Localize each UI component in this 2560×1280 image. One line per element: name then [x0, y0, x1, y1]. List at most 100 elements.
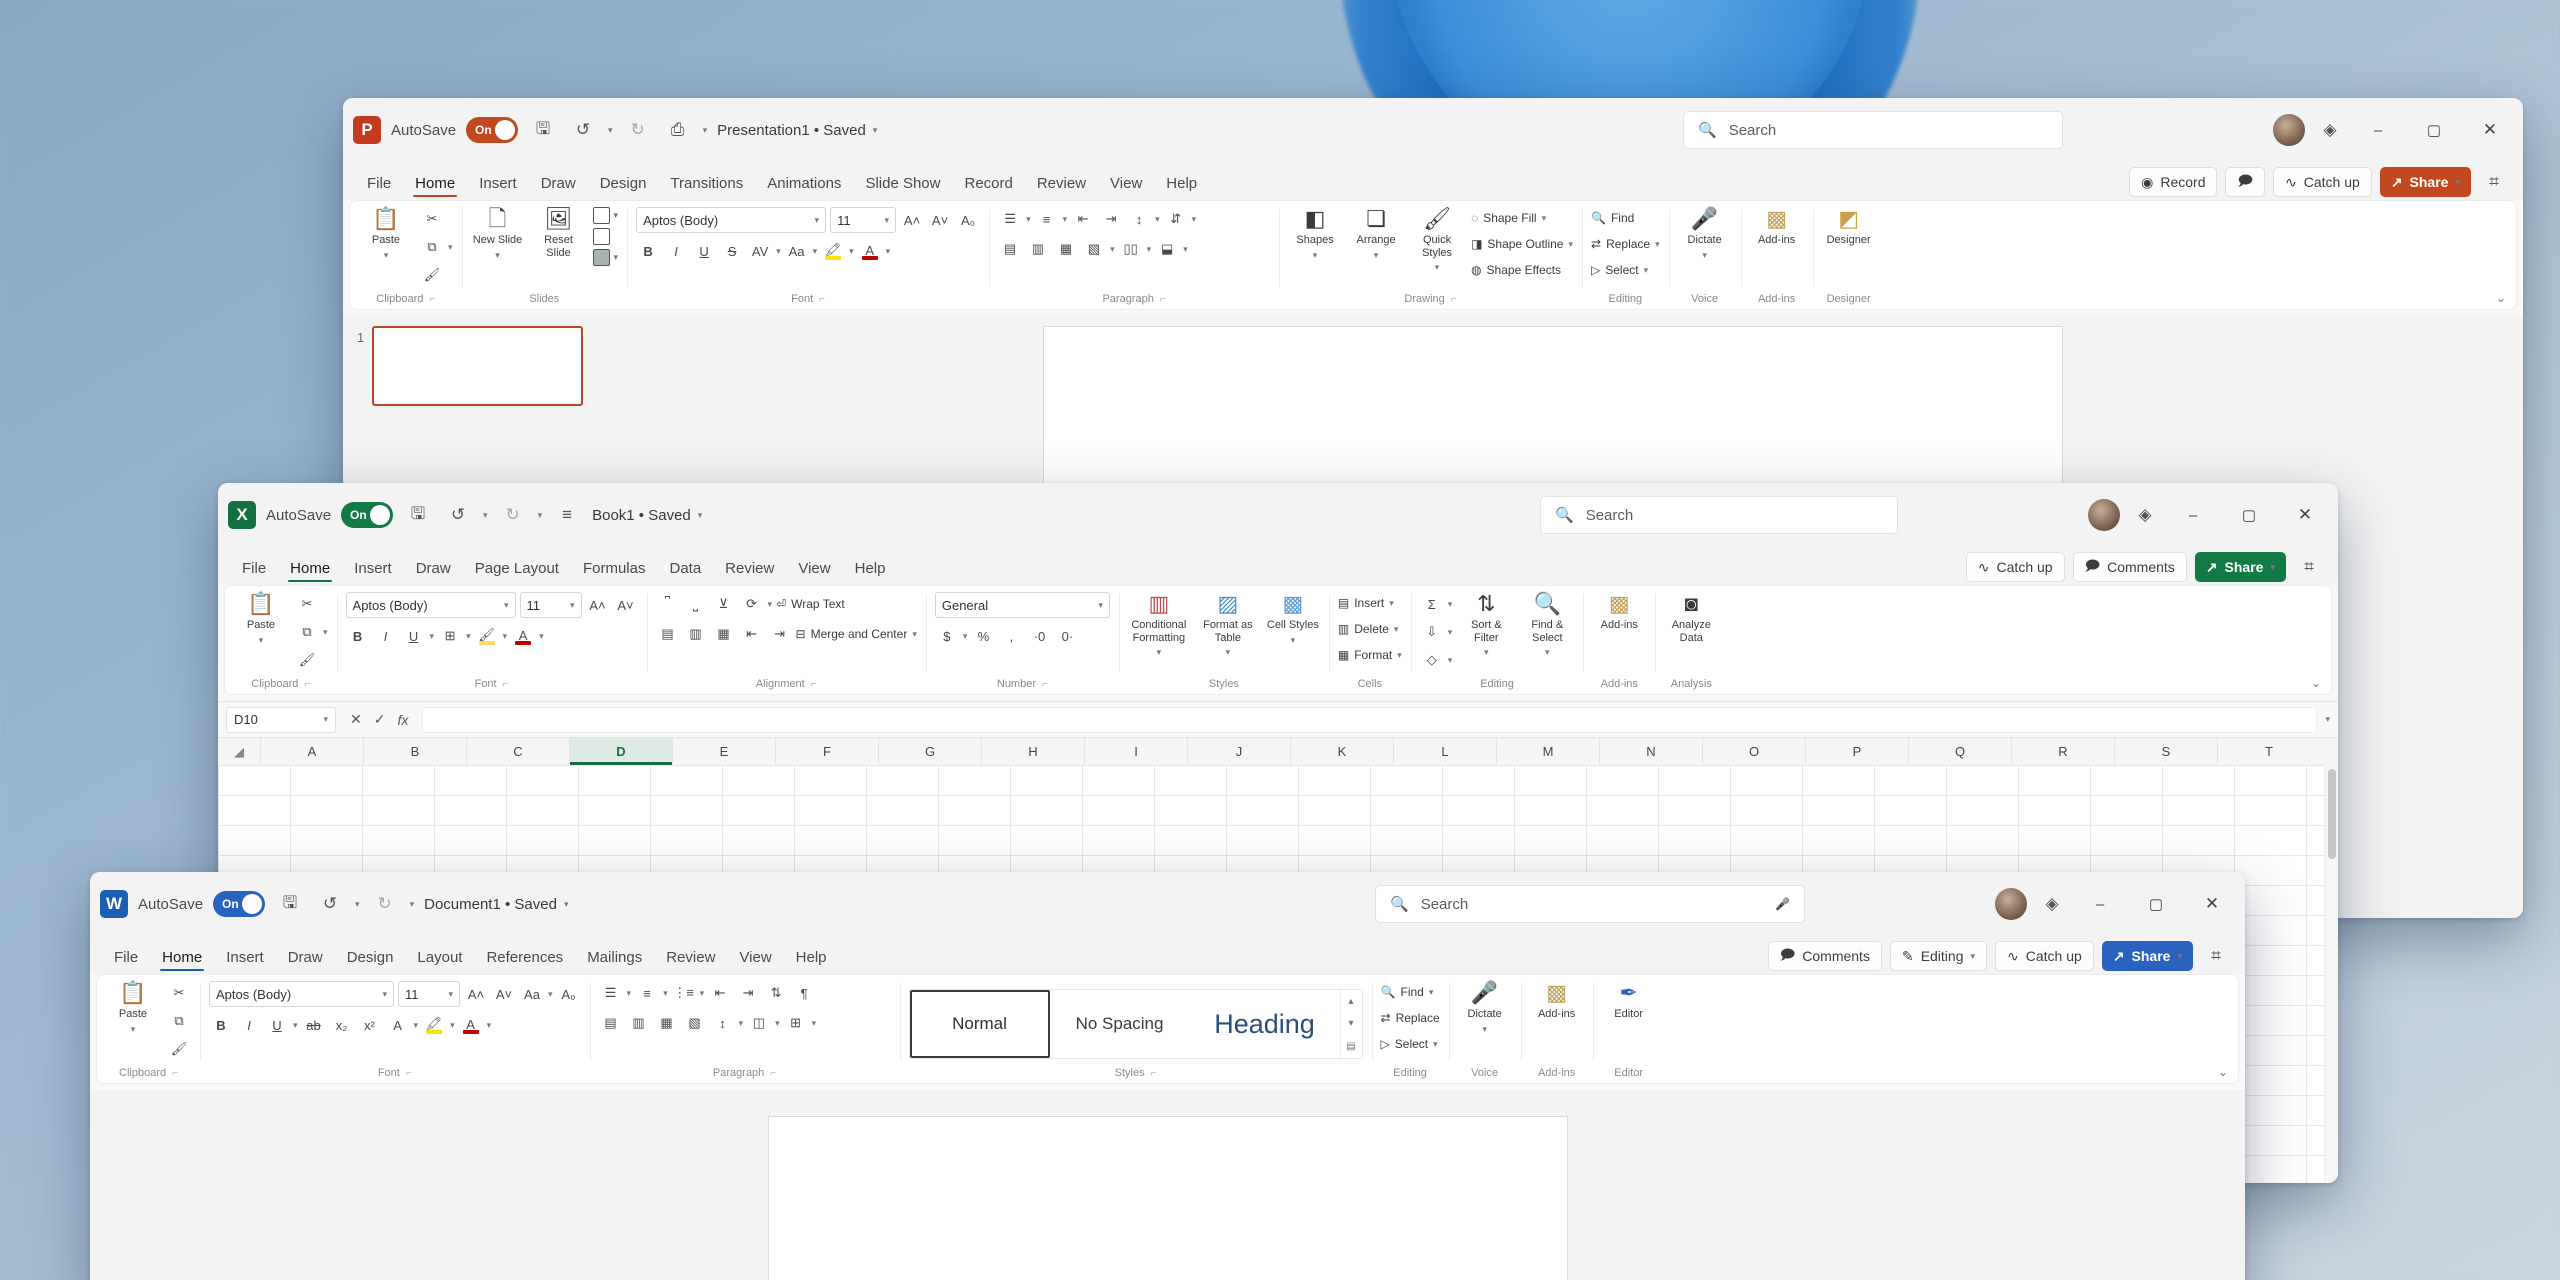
show-formatting-icon[interactable]: ¶	[792, 981, 816, 1005]
column-header-i[interactable]: I	[1084, 738, 1187, 765]
network-icon[interactable]: ◈	[2130, 500, 2160, 530]
document-page[interactable]	[767, 1116, 1568, 1280]
tab-home[interactable]: Home	[152, 946, 212, 974]
shapes-button[interactable]: ◧ Shapes ▾	[1288, 207, 1342, 260]
line-spacing-icon[interactable]: ↕	[1127, 207, 1151, 231]
currency-icon[interactable]: $	[935, 624, 959, 648]
column-header-c[interactable]: C	[466, 738, 569, 765]
tab-insert[interactable]: Insert	[216, 946, 274, 974]
tab-draw[interactable]: Draw	[278, 946, 333, 974]
clipboard-dialog-launcher[interactable]: ⌐	[172, 1068, 178, 1079]
column-header-e[interactable]: E	[672, 738, 775, 765]
drawing-dialog-launcher[interactable]: ⌐	[1451, 294, 1457, 305]
tab-record[interactable]: Record	[954, 172, 1022, 200]
tab-view[interactable]: View	[1100, 172, 1152, 200]
tab-insert[interactable]: Insert	[469, 172, 527, 200]
line-spacing-icon[interactable]: ↕	[711, 1011, 735, 1035]
column-header-b[interactable]: B	[363, 738, 466, 765]
underline-icon[interactable]: U	[265, 1013, 289, 1037]
select-button[interactable]: ▷ Select ▾	[1591, 259, 1660, 281]
wrap-text-button[interactable]: ⏎ Wrap Text	[776, 593, 845, 615]
tab-view[interactable]: View	[729, 946, 781, 974]
align-middle-icon[interactable]: ⎵	[684, 592, 708, 616]
grow-font-icon[interactable]: A˄	[900, 208, 924, 232]
minimize-button[interactable]: –	[2077, 884, 2123, 924]
undo-icon[interactable]: ↺	[315, 889, 345, 919]
record-button[interactable]: ◉ Record	[2129, 167, 2218, 197]
sort-filter-button[interactable]: ⇅ Sort & Filter ▾	[1459, 592, 1513, 658]
redo-caret-icon[interactable]: ▾	[538, 510, 543, 521]
cut-icon[interactable]: ✂	[295, 592, 319, 616]
clipboard-dialog-launcher[interactable]: ⌐	[429, 294, 435, 305]
align-top-icon[interactable]: ⎴	[656, 592, 680, 616]
tab-draw[interactable]: Draw	[531, 172, 586, 200]
align-center-icon[interactable]: ▥	[1026, 237, 1050, 261]
column-header-f[interactable]: F	[775, 738, 878, 765]
decrease-indent-icon[interactable]: ⇤	[1071, 207, 1095, 231]
tab-draw[interactable]: Draw	[406, 557, 461, 585]
align-right-icon[interactable]: ▦	[655, 1011, 679, 1035]
analyze-data-button[interactable]: ◙ Analyze Data	[1664, 592, 1718, 644]
tab-insert[interactable]: Insert	[344, 557, 402, 585]
find-button[interactable]: 🔍 Find ▾	[1381, 981, 1440, 1003]
document-name[interactable]: Document1 • Saved ▾	[424, 896, 568, 913]
grow-font-icon[interactable]: A˄	[464, 982, 488, 1006]
shrink-font-icon[interactable]: A˅	[492, 982, 516, 1006]
copy-icon[interactable]: ⧉	[167, 1009, 191, 1033]
format-painter-icon[interactable]: 🖌	[295, 648, 319, 672]
tab-data[interactable]: Data	[659, 557, 711, 585]
section-icon[interactable]	[592, 249, 610, 266]
cell-styles-button[interactable]: ▩ Cell Styles ▾	[1266, 592, 1320, 645]
font-dialog-launcher[interactable]: ⌐	[819, 294, 825, 305]
clear-icon[interactable]: ◇	[1420, 648, 1444, 672]
copy-icon[interactable]: ⧉	[295, 620, 319, 644]
paragraph-dialog-launcher[interactable]: ⌐	[1160, 294, 1166, 305]
bullets-icon[interactable]: ☰	[998, 207, 1022, 231]
format-cells-button[interactable]: ▦ Format ▾	[1338, 644, 1402, 666]
catchup-button[interactable]: ∿ Catch up	[1995, 941, 2094, 971]
align-left-icon[interactable]: ▤	[656, 622, 680, 646]
column-header-j[interactable]: J	[1187, 738, 1290, 765]
font-size-input[interactable]: 11 ▾	[398, 981, 460, 1007]
collapse-ribbon-icon[interactable]: ⌄	[2496, 291, 2506, 305]
clipboard-dialog-launcher[interactable]: ⌐	[304, 679, 310, 690]
word-document-area[interactable]	[90, 1090, 2245, 1280]
slide-thumbnail[interactable]	[372, 326, 583, 406]
column-header-h[interactable]: H	[981, 738, 1084, 765]
bullets-icon[interactable]: ☰	[599, 981, 623, 1005]
convert-smartart-icon[interactable]: ⬓	[1155, 237, 1179, 261]
font-name-input[interactable]: Aptos (Body) ▾	[209, 981, 394, 1007]
tab-review[interactable]: Review	[656, 946, 725, 974]
bold-icon[interactable]: B	[636, 239, 660, 263]
tab-review[interactable]: Review	[715, 557, 784, 585]
alignment-dialog-launcher[interactable]: ⌐	[811, 679, 817, 690]
tab-mailings[interactable]: Mailings	[577, 946, 652, 974]
close-button[interactable]: ✕	[2282, 495, 2328, 535]
enter-icon[interactable]: ✓	[374, 711, 386, 728]
grow-font-icon[interactable]: A˄	[586, 593, 610, 617]
select-button[interactable]: ▷ Select ▾	[1381, 1033, 1440, 1055]
paste-button[interactable]: 📋 Paste ▾	[359, 207, 413, 260]
tab-home[interactable]: Home	[405, 172, 465, 200]
increase-indent-icon[interactable]: ⇥	[736, 981, 760, 1005]
column-header-g[interactable]: G	[878, 738, 981, 765]
percent-icon[interactable]: %	[971, 624, 995, 648]
save-icon[interactable]: 🖫	[275, 889, 305, 919]
justify-icon[interactable]: ▧	[683, 1011, 707, 1035]
align-bottom-icon[interactable]: ⊻	[712, 592, 736, 616]
subscript-icon[interactable]: x₂	[330, 1013, 354, 1037]
autosave-toggle[interactable]: On	[213, 891, 266, 917]
superscript-icon[interactable]: x²	[358, 1013, 382, 1037]
numbering-icon[interactable]: ≡	[1035, 207, 1059, 231]
find-button[interactable]: 🔍 Find	[1591, 207, 1660, 229]
account-avatar[interactable]	[2273, 114, 2305, 146]
insert-cells-button[interactable]: ▤ Insert ▾	[1338, 592, 1402, 614]
shrink-font-icon[interactable]: A˅	[928, 208, 952, 232]
addins-button[interactable]: ▩ Add-ins	[1750, 207, 1804, 247]
editor-button[interactable]: ✒ Editor	[1602, 981, 1656, 1021]
copy-icon[interactable]: ⧉	[420, 235, 444, 259]
style-no-spacing[interactable]: No Spacing	[1050, 990, 1190, 1058]
italic-icon[interactable]: I	[237, 1013, 261, 1037]
account-avatar[interactable]	[1995, 888, 2027, 920]
autosum-icon[interactable]: Σ	[1420, 592, 1444, 616]
